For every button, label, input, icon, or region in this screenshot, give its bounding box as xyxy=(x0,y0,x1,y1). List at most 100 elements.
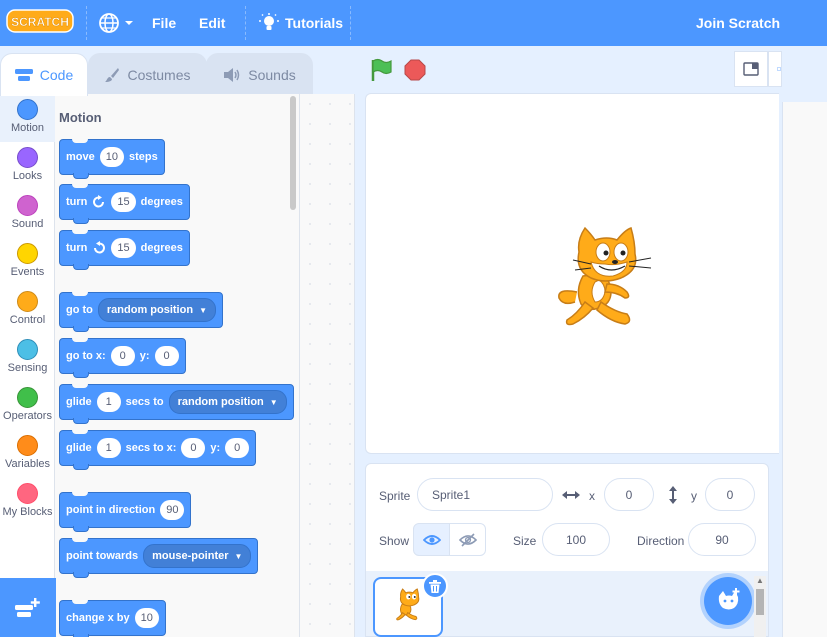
show-label: Show xyxy=(379,534,410,548)
block-turn-right[interactable]: turn 15 degrees xyxy=(59,184,190,224)
steps-input[interactable]: 10 xyxy=(99,147,124,167)
y-input[interactable]: 0 xyxy=(225,438,250,458)
speaker-icon xyxy=(224,67,240,82)
category-events[interactable]: Events xyxy=(0,238,55,286)
scroll-thumb[interactable] xyxy=(756,589,764,615)
block-text: secs to x: xyxy=(125,442,177,454)
small-stage-button[interactable] xyxy=(734,51,768,87)
category-looks[interactable]: Looks xyxy=(0,142,55,190)
x-position-input[interactable]: 0 xyxy=(604,478,654,511)
scroll-up-icon[interactable]: ▲ xyxy=(756,576,764,585)
eye-slash-icon xyxy=(458,532,477,547)
caret-down-icon: ▼ xyxy=(234,551,243,561)
delete-sprite-button[interactable] xyxy=(422,573,448,599)
dropdown-value: random position xyxy=(177,396,264,408)
events-dot-icon xyxy=(17,243,38,264)
secs-input[interactable]: 1 xyxy=(96,392,121,412)
choose-sprite-button[interactable] xyxy=(704,577,752,625)
degrees-input[interactable]: 15 xyxy=(111,192,136,212)
block-move-steps[interactable]: move 10 steps xyxy=(59,139,165,179)
block-text: change x by xyxy=(66,612,130,624)
menu-divider xyxy=(86,6,87,40)
block-glide-to[interactable]: glide 1 secs to random position ▼ xyxy=(59,384,294,424)
category-motion[interactable]: Motion xyxy=(0,94,55,142)
block-go-to-xy[interactable]: go to x: 0 y: 0 xyxy=(59,338,186,378)
tutorials-label: Tutorials xyxy=(285,15,344,31)
category-my-blocks[interactable]: My Blocks xyxy=(0,478,55,526)
eye-icon xyxy=(422,534,441,545)
tab-code[interactable]: Code xyxy=(0,53,88,96)
x-input[interactable]: 0 xyxy=(110,346,135,366)
category-label: Variables xyxy=(4,458,51,470)
category-label: Operators xyxy=(3,410,52,422)
category-sensing[interactable]: Sensing xyxy=(0,334,55,382)
x-label: x xyxy=(589,489,595,503)
edit-menu[interactable]: Edit xyxy=(199,0,225,46)
block-glide-xy[interactable]: glide 1 secs to x: 0 y: 0 xyxy=(59,430,257,470)
size-input[interactable]: 100 xyxy=(542,523,610,556)
rotate-right-icon xyxy=(93,195,105,208)
tab-sounds[interactable]: Sounds xyxy=(206,53,313,95)
script-area[interactable] xyxy=(300,94,355,637)
category-label: Sensing xyxy=(7,362,48,374)
category-sound[interactable]: Sound xyxy=(0,190,55,238)
block-go-to[interactable]: go to random position ▼ xyxy=(59,292,223,332)
block-point-towards[interactable]: point towards mouse-pointer ▼ xyxy=(59,538,259,578)
menu-divider xyxy=(245,6,246,40)
large-stage-button[interactable] xyxy=(768,51,782,87)
degrees-input[interactable]: 15 xyxy=(111,238,136,258)
category-label: Looks xyxy=(12,170,43,182)
file-menu[interactable]: File xyxy=(152,0,176,46)
block-turn-left[interactable]: turn 15 degrees xyxy=(59,230,190,270)
hide-sprite-toggle[interactable] xyxy=(449,523,486,556)
block-change-x[interactable]: change x by 10 xyxy=(59,600,166,637)
rotate-left-icon xyxy=(94,241,106,254)
block-point-in-direction[interactable]: point in direction 90 xyxy=(59,492,192,532)
point-towards-dropdown[interactable]: mouse-pointer ▼ xyxy=(143,544,252,568)
tutorials-button[interactable]: Tutorials xyxy=(259,0,343,46)
scratch-logo[interactable]: SCRATCH xyxy=(6,9,74,33)
tab-costumes-label: Costumes xyxy=(127,66,191,83)
block-text: y: xyxy=(139,350,150,362)
tab-costumes[interactable]: Costumes xyxy=(88,53,207,95)
looks-dot-icon xyxy=(17,147,38,168)
category-label: Sound xyxy=(11,218,44,230)
menu-divider xyxy=(350,6,351,40)
x-input[interactable]: 0 xyxy=(181,438,206,458)
category-control[interactable]: Control xyxy=(0,286,55,334)
direction-input[interactable]: 90 xyxy=(688,523,756,556)
y-position-input[interactable]: 0 xyxy=(705,478,755,511)
tab-sounds-label: Sounds xyxy=(248,66,296,83)
globe-icon xyxy=(99,13,119,33)
cat-sprite-icon[interactable] xyxy=(555,222,655,328)
menu-bar: SCRATCH File Edit Tutorials Join Scratch xyxy=(0,0,827,46)
sprite-list-scrollbar[interactable]: ▲ xyxy=(754,576,766,637)
secs-input[interactable]: 1 xyxy=(96,438,121,458)
add-extension-icon xyxy=(15,597,40,617)
stop-icon[interactable] xyxy=(404,59,426,81)
change-x-input[interactable]: 10 xyxy=(134,608,159,628)
palette-scrollbar[interactable] xyxy=(290,96,296,210)
glide-to-dropdown[interactable]: random position ▼ xyxy=(168,390,287,414)
add-extension-button[interactable] xyxy=(0,578,56,637)
language-menu[interactable] xyxy=(98,0,134,46)
join-scratch-link[interactable]: Join Scratch xyxy=(696,0,780,46)
lightbulb-icon xyxy=(259,13,279,30)
category-label: Control xyxy=(9,314,46,326)
category-operators[interactable]: Operators xyxy=(0,382,55,430)
control-dot-icon xyxy=(17,291,38,312)
operators-dot-icon xyxy=(17,387,38,408)
category-label: Motion xyxy=(10,122,45,134)
block-text: secs to xyxy=(125,396,164,408)
direction-input[interactable]: 90 xyxy=(160,500,185,520)
caret-down-icon: ▼ xyxy=(269,397,278,407)
green-flag-icon[interactable] xyxy=(369,58,393,82)
y-input[interactable]: 0 xyxy=(154,346,179,366)
block-text: degrees xyxy=(140,196,183,208)
svg-text:SCRATCH: SCRATCH xyxy=(11,15,69,29)
sprite-name-input[interactable]: Sprite1 xyxy=(417,478,553,511)
show-sprite-toggle[interactable] xyxy=(413,523,450,556)
dropdown-value: mouse-pointer xyxy=(152,550,229,562)
go-to-dropdown[interactable]: random position ▼ xyxy=(97,298,216,322)
category-variables[interactable]: Variables xyxy=(0,430,55,478)
